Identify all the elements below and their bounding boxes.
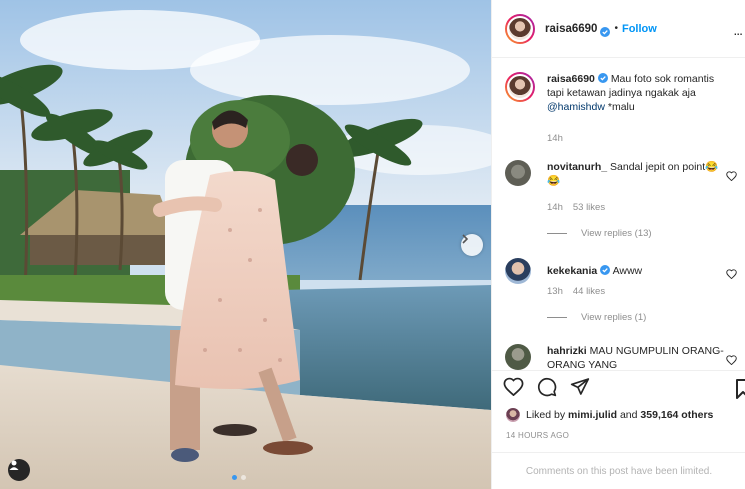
caption-text: raisa6690 Mau foto sok romantis tapi ket… [547, 72, 727, 114]
comment-text: novitanurh_ Sandal jepit on point😂😂 [547, 160, 727, 188]
heart-icon[interactable] [503, 377, 524, 402]
author-avatar[interactable] [505, 13, 535, 44]
comment-item: kekekania Awww 13h 44 likes View replies … [505, 258, 741, 333]
heart-icon[interactable] [726, 266, 737, 284]
liked-by-count[interactable]: 359,164 others [640, 409, 713, 421]
photo-illustration [0, 0, 491, 489]
heart-icon[interactable] [726, 168, 737, 186]
post-photo[interactable] [0, 0, 491, 489]
commenter-avatar[interactable] [505, 258, 531, 284]
comment-likes[interactable]: 53 likes [573, 202, 605, 213]
follow-separator: • [614, 23, 618, 34]
verified-badge-icon [600, 265, 611, 275]
comment-text: hahrizki MAU NGUMPULIN ORANG-ORANG YANG [547, 344, 727, 370]
commenter-avatar[interactable] [505, 344, 531, 370]
view-replies-button[interactable]: View replies (13) [547, 228, 652, 239]
liked-by-prefix: Liked by [526, 409, 566, 421]
comments-limited-notice: Comments on this post have been limited. [492, 452, 745, 489]
comment-item: hahrizki MAU NGUMPULIN ORANG-ORANG YANG [505, 344, 741, 370]
liker-avatar[interactable] [506, 408, 520, 422]
replies-divider [547, 317, 567, 318]
caption: raisa6690 Mau foto sok romantis tapi ket… [505, 72, 741, 152]
comment-body: Awww [612, 265, 643, 277]
carousel-dot [232, 475, 237, 480]
bookmark-icon[interactable] [736, 379, 745, 404]
verified-badge-icon [600, 24, 611, 37]
caption-text-part2: *malu [604, 101, 635, 113]
comment-author[interactable]: hahrizki [547, 345, 587, 357]
caption-author[interactable]: raisa6690 [547, 73, 595, 85]
liked-by-user[interactable]: mimi.julid [568, 409, 617, 421]
comment-likes[interactable]: 44 likes [573, 286, 605, 297]
author-username[interactable]: raisa6690 [545, 23, 597, 35]
comment-meta: 13h 44 likes [547, 286, 605, 297]
commenter-avatar[interactable] [505, 160, 531, 186]
post-side-panel: raisa6690 • Follow ... raisa6690 Mau fot… [491, 0, 745, 489]
comments-list: raisa6690 Mau foto sok romantis tapi ket… [492, 59, 745, 370]
comment-item: novitanurh_ Sandal jepit on point😂😂 14h 5… [505, 160, 741, 245]
view-replies-button[interactable]: View replies (1) [547, 312, 646, 323]
action-bar [503, 377, 590, 402]
verified-badge-icon [597, 73, 608, 83]
view-replies-label: View replies (1) [581, 312, 647, 323]
comment-meta: 14h 53 likes [547, 202, 605, 213]
comment-time: 14h [547, 202, 563, 213]
liked-by-and: and [619, 409, 638, 421]
heart-icon[interactable] [726, 352, 737, 370]
comment-author[interactable]: kekekania [547, 265, 597, 277]
next-photo-button[interactable] [461, 234, 483, 256]
post-header: raisa6690 • Follow ... [492, 0, 745, 58]
carousel-dot [241, 475, 246, 480]
user-tags-button[interactable] [8, 459, 30, 481]
comment-author[interactable]: novitanurh_ [547, 161, 607, 173]
caption-avatar[interactable] [505, 72, 535, 102]
more-icon[interactable]: ... [733, 22, 743, 38]
replies-divider [547, 233, 567, 234]
follow-button[interactable]: Follow [622, 23, 657, 35]
comment-time: 13h [547, 286, 563, 297]
comment-icon[interactable] [537, 377, 557, 402]
view-replies-label: View replies (13) [581, 228, 652, 239]
carousel-dots [232, 475, 246, 480]
caption-time: 14h [547, 133, 563, 144]
post-timestamp[interactable]: 14 HOURS AGO [506, 431, 569, 440]
post-actions-area: Liked by mimi.julid and 359,164 others 1… [492, 370, 745, 452]
liked-by: Liked by mimi.julid and 359,164 others [506, 408, 713, 422]
share-icon[interactable] [570, 377, 590, 402]
caption-mention[interactable]: @hamishdw [547, 101, 605, 113]
comment-text: kekekania Awww [547, 264, 727, 278]
